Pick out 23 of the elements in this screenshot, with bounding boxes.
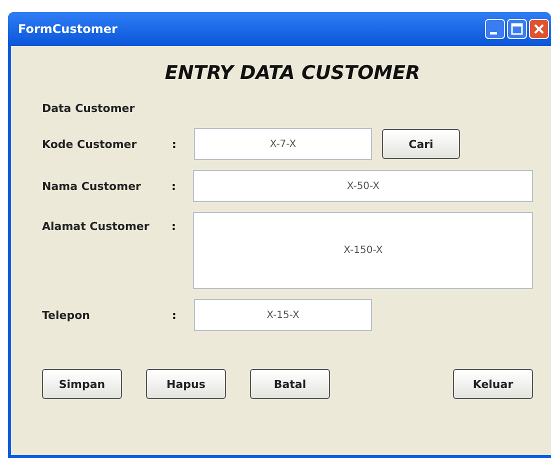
action-button[interactable]: Simpan [42, 369, 122, 399]
maximize-icon[interactable] [507, 19, 527, 39]
input-field[interactable]: X-150-X [193, 212, 533, 289]
field-label: Telepon [42, 308, 91, 322]
action-button[interactable]: Batal [250, 369, 330, 399]
minimize-icon[interactable] [485, 19, 505, 39]
window-title: FormCustomer [18, 22, 118, 36]
colon: : [172, 308, 178, 322]
field-label: Nama Customer [42, 180, 142, 192]
colon: : [171, 180, 177, 192]
input-field[interactable]: X-15-X [194, 299, 372, 331]
action-button[interactable]: Hapus [146, 369, 226, 399]
exit-button[interactable]: Keluar [453, 369, 533, 399]
field-label: Alamat Customer [42, 220, 150, 233]
close-icon[interactable] [529, 19, 549, 39]
input-field[interactable]: X-7-X [194, 128, 372, 160]
section-label: Data Customer [42, 102, 136, 115]
input-field[interactable]: X-50-X [193, 170, 533, 202]
search-button[interactable]: Cari [382, 129, 460, 159]
colon: : [172, 138, 178, 150]
form-heading: ENTRY DATA CUSTOMER [164, 62, 420, 84]
colon: : [171, 220, 177, 233]
field-label: Kode Customer [42, 138, 138, 150]
